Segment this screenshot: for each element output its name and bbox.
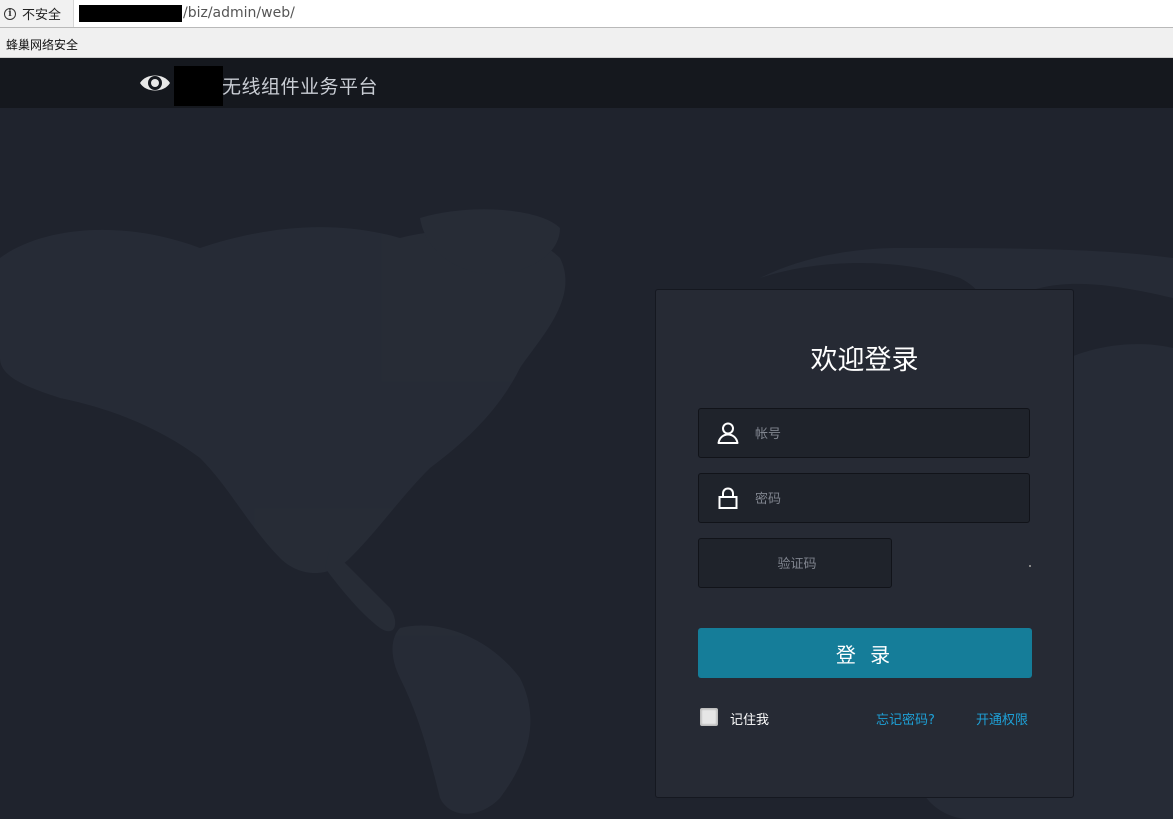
security-indicator[interactable]: i 不安全 (0, 0, 74, 27)
eye-icon (140, 75, 170, 91)
activate-access-link[interactable]: 开通权限 (976, 709, 1028, 728)
remember-me-checkbox[interactable] (700, 708, 718, 726)
info-icon: i (4, 7, 16, 20)
url-path[interactable]: /biz/admin/web/ (183, 5, 295, 22)
login-panel: 欢迎登录 登 录 记住我 忘记密码? 开通权限 (655, 289, 1074, 798)
app-header: 无线组件业务平台 (0, 58, 1173, 108)
login-button[interactable]: 登 录 (698, 628, 1032, 678)
bookmark-item[interactable]: 蜂巢网络安全 (6, 36, 78, 53)
forgot-password-link[interactable]: 忘记密码? (876, 709, 935, 728)
user-icon (717, 422, 739, 444)
password-input[interactable] (753, 474, 1017, 524)
url-host-redacted (79, 5, 182, 22)
captcha-image[interactable] (1029, 565, 1031, 567)
captcha-field[interactable] (698, 538, 895, 589)
security-label: 不安全 (22, 8, 62, 23)
remember-me-label[interactable]: 记住我 (730, 709, 769, 728)
account-field[interactable] (698, 408, 1030, 459)
browser-address-bar: i 不安全 /biz/admin/web/ (0, 0, 1173, 28)
captcha-input[interactable] (699, 539, 895, 589)
account-input[interactable] (753, 409, 1017, 459)
logo-redacted (174, 66, 223, 106)
login-title: 欢迎登录 (810, 345, 919, 376)
bookmarks-bar: 蜂巢网络安全 (0, 28, 1173, 58)
lock-icon (718, 487, 738, 509)
password-field[interactable] (698, 473, 1030, 524)
app-title: 无线组件业务平台 (222, 76, 379, 98)
